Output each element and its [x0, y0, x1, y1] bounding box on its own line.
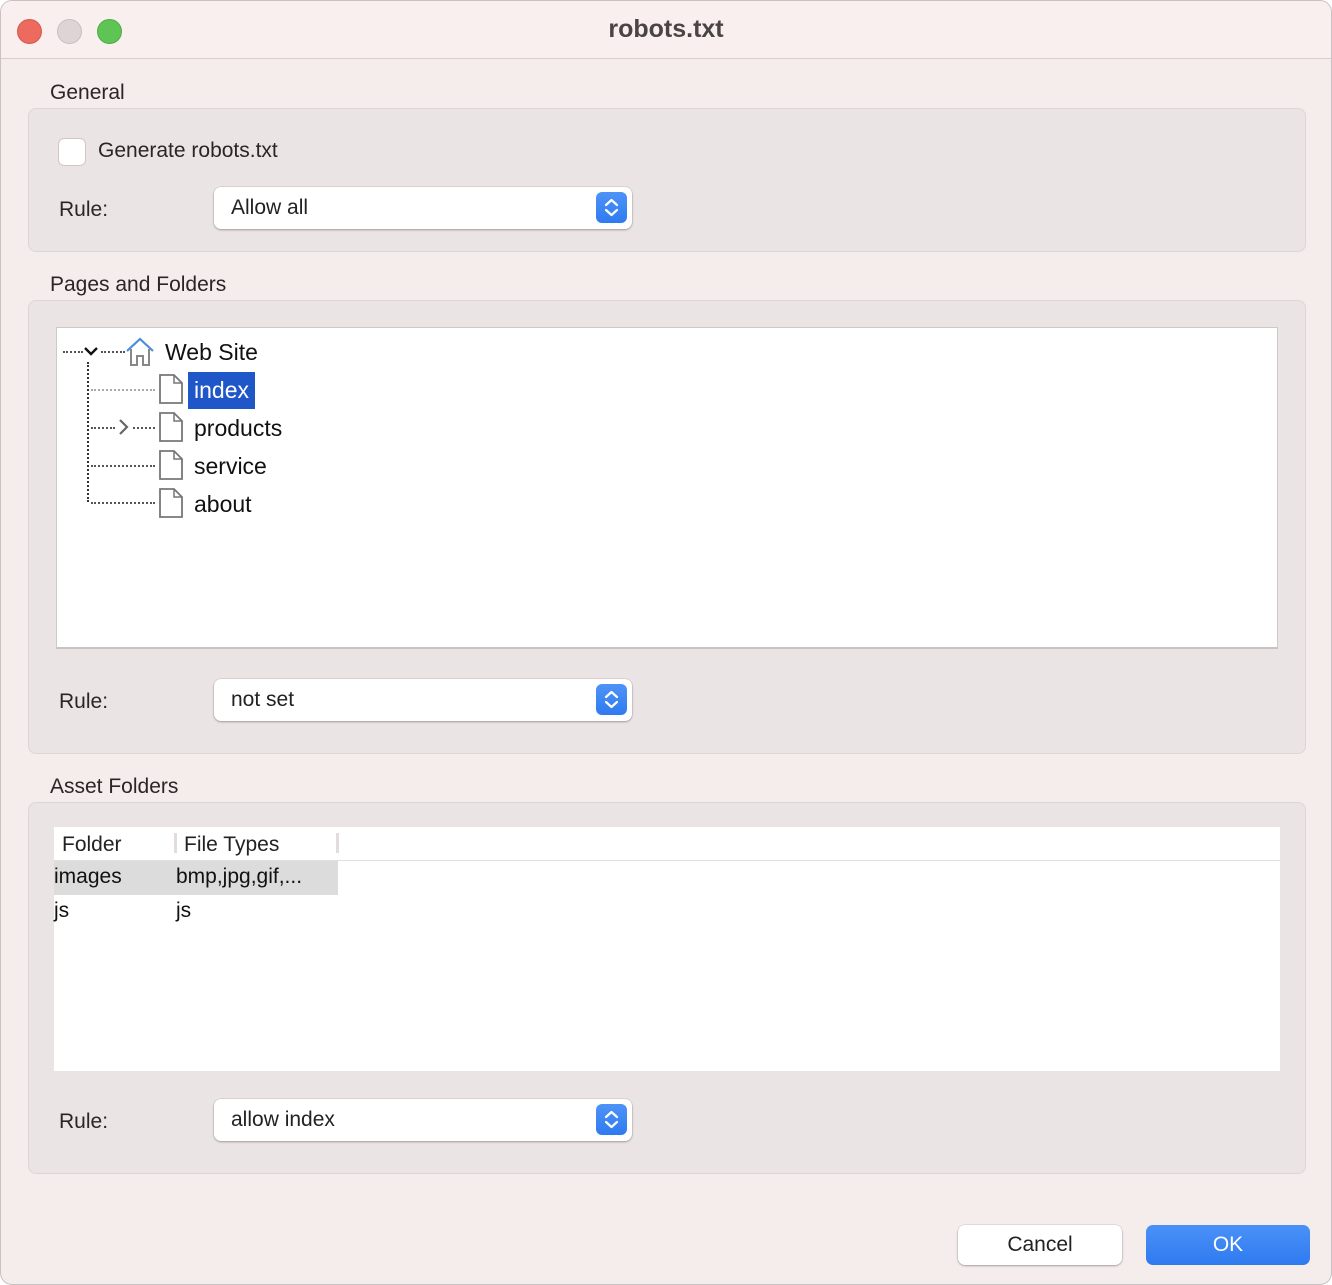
generate-robots-label[interactable]: Generate robots.txt [98, 139, 278, 163]
tree-connector [91, 427, 115, 429]
pages-rule-value: not set [231, 688, 295, 711]
table-row[interactable]: images bmp,jpg,gif,... [54, 861, 338, 895]
cell-folder: images [54, 865, 122, 888]
updown-chevron-icon [596, 192, 627, 223]
column-separator[interactable] [336, 833, 339, 853]
general-rule-value: Allow all [231, 196, 309, 219]
general-section-label: General [50, 81, 125, 104]
column-separator[interactable] [174, 833, 177, 853]
collapse-chevron-icon[interactable] [83, 344, 99, 362]
asset-folders-table[interactable]: Folder File Types images bmp,jpg,gif,...… [54, 827, 1280, 1071]
tree-item-products[interactable]: products [194, 415, 282, 442]
table-row[interactable]: js js [54, 895, 338, 929]
expand-chevron-icon[interactable] [117, 418, 131, 441]
tree-connector [91, 465, 155, 467]
assets-rule-label: Rule: [59, 1110, 109, 1133]
column-header-file-types[interactable]: File Types [184, 833, 279, 857]
cancel-button[interactable]: Cancel [958, 1225, 1122, 1265]
page-icon [158, 373, 184, 410]
tree-connector [87, 362, 89, 502]
tree-connector [101, 351, 125, 353]
assets-rule-select[interactable]: allow index [214, 1099, 632, 1141]
tree-connector [91, 389, 155, 391]
window-title: robots.txt [608, 15, 724, 43]
assets-section-label: Asset Folders [50, 775, 179, 798]
title-bar: robots.txt [1, 1, 1331, 59]
tree-item-about[interactable]: about [194, 491, 252, 518]
home-icon [124, 336, 156, 373]
cell-file-types: bmp,jpg,gif,... [176, 865, 303, 888]
tree-root-web-site[interactable]: Web Site [165, 339, 258, 366]
pages-rule-label: Rule: [59, 690, 109, 713]
general-rule-label: Rule: [59, 198, 109, 221]
dialog-window: robots.txt General Generate robots.txt R… [0, 0, 1332, 1285]
ok-button[interactable]: OK [1146, 1225, 1310, 1265]
tree-item-service[interactable]: service [194, 453, 267, 480]
page-icon [158, 411, 184, 448]
updown-chevron-icon [596, 1104, 627, 1135]
pages-tree[interactable]: Web Site index products service about [56, 327, 1278, 649]
tree-connector [63, 351, 83, 353]
page-icon [158, 487, 184, 524]
assets-rule-value: allow index [231, 1108, 335, 1131]
general-group [28, 108, 1306, 252]
pages-section-label: Pages and Folders [50, 273, 227, 296]
page-icon [158, 449, 184, 486]
tree-item-index[interactable]: index [188, 372, 255, 409]
generate-robots-checkbox[interactable] [58, 138, 86, 166]
pages-rule-select[interactable]: not set [214, 679, 632, 721]
column-header-folder[interactable]: Folder [62, 833, 122, 857]
cell-file-types: js [176, 899, 192, 922]
cell-folder: js [54, 899, 70, 922]
tree-connector [91, 502, 155, 504]
updown-chevron-icon [596, 684, 627, 715]
tree-connector [133, 427, 155, 429]
general-rule-select[interactable]: Allow all [214, 187, 632, 229]
